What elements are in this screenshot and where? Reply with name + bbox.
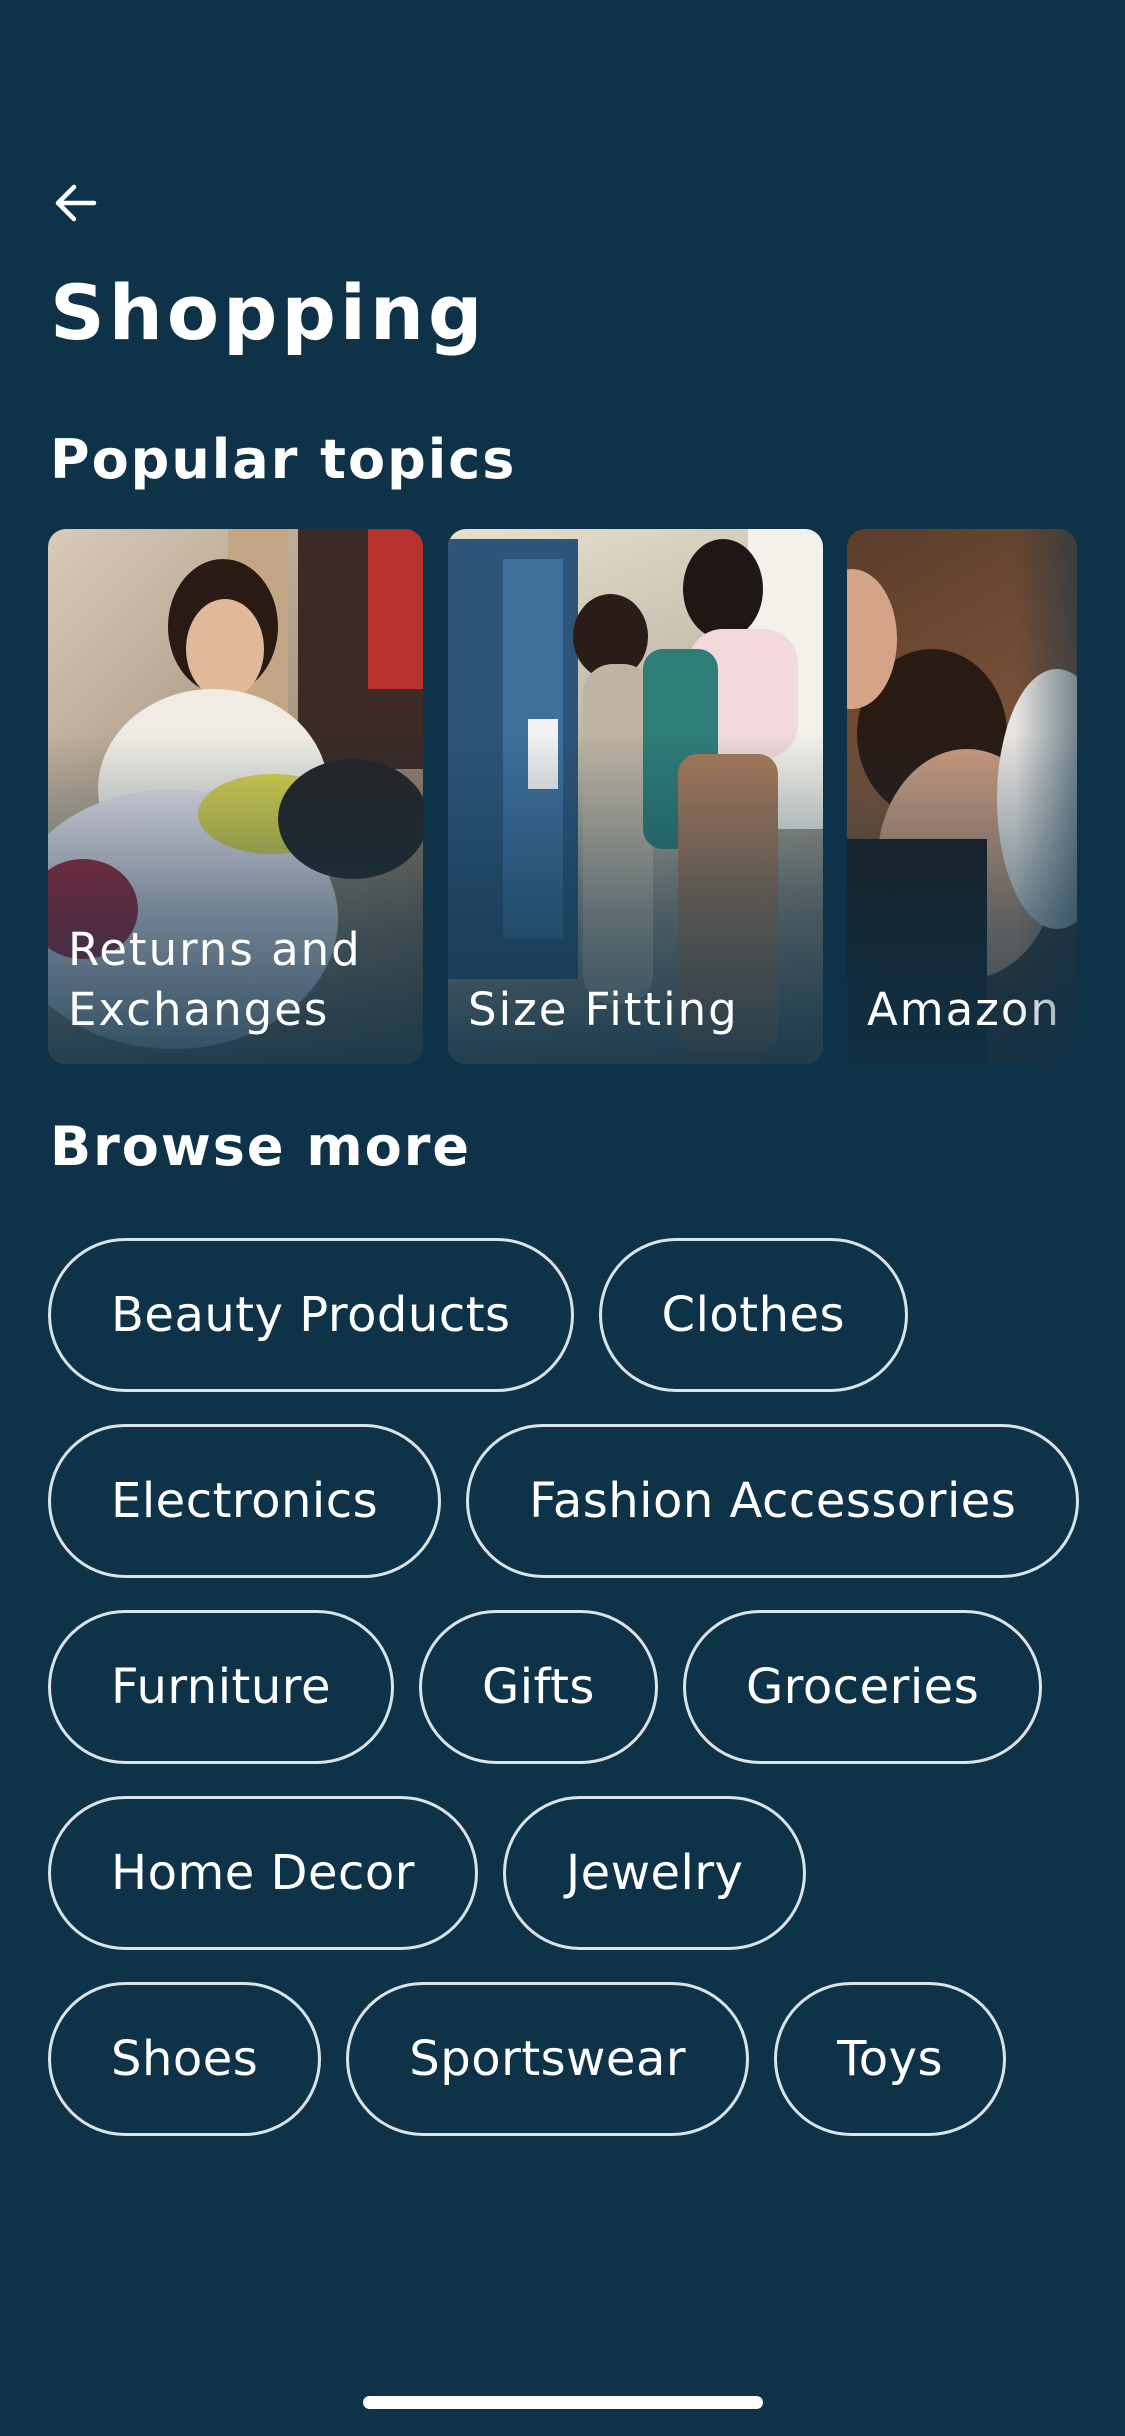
chip-row: Beauty Products Clothes [48, 1238, 1078, 1392]
chip-toys[interactable]: Toys [774, 1982, 1007, 2136]
chip-clothes[interactable]: Clothes [598, 1238, 909, 1392]
chip-gifts[interactable]: Gifts [419, 1610, 658, 1764]
chip-home-decor[interactable]: Home Decor [48, 1796, 478, 1950]
shopping-screen: Shopping Popular topics Returns and Exch… [0, 0, 1125, 2436]
chip-fashion-accessories[interactable]: Fashion Accessories [466, 1424, 1080, 1578]
topic-card-size-fitting[interactable]: Size Fitting [448, 529, 823, 1064]
browse-more-heading: Browse more [50, 1115, 471, 1178]
page-title: Shopping [50, 268, 487, 357]
topic-card-returns[interactable]: Returns and Exchanges [48, 529, 423, 1064]
chip-groceries[interactable]: Groceries [682, 1610, 1043, 1764]
topic-label: Returns and Exchanges [68, 923, 362, 1037]
chip-shoes[interactable]: Shoes [48, 1982, 322, 2136]
popular-topics-heading: Popular topics [50, 428, 517, 491]
chip-row: Furniture Gifts Groceries [48, 1610, 1078, 1764]
back-button[interactable] [50, 168, 120, 238]
topic-card-amazon[interactable]: Amazon [847, 529, 1077, 1064]
chip-row: Electronics Fashion Accessories [48, 1424, 1080, 1578]
chip-furniture[interactable]: Furniture [48, 1610, 395, 1764]
browse-chips: Beauty Products Clothes Electronics Fash… [48, 1238, 1080, 2168]
chip-sportswear[interactable]: Sportswear [346, 1982, 750, 2136]
popular-topics-carousel[interactable]: Returns and Exchanges Size Fitting Amazo… [0, 529, 1125, 1064]
chip-jewelry[interactable]: Jewelry [503, 1796, 807, 1950]
chip-row: Home Decor Jewelry [48, 1796, 1078, 1950]
chip-beauty-products[interactable]: Beauty Products [48, 1238, 574, 1392]
topic-label: Size Fitting [468, 983, 739, 1037]
arrow-left-icon [55, 184, 97, 222]
home-indicator[interactable] [363, 2396, 763, 2409]
chip-electronics[interactable]: Electronics [48, 1424, 442, 1578]
topic-label: Amazon [867, 983, 1061, 1037]
chip-row: Shoes Sportswear Toys [48, 1982, 1078, 2136]
